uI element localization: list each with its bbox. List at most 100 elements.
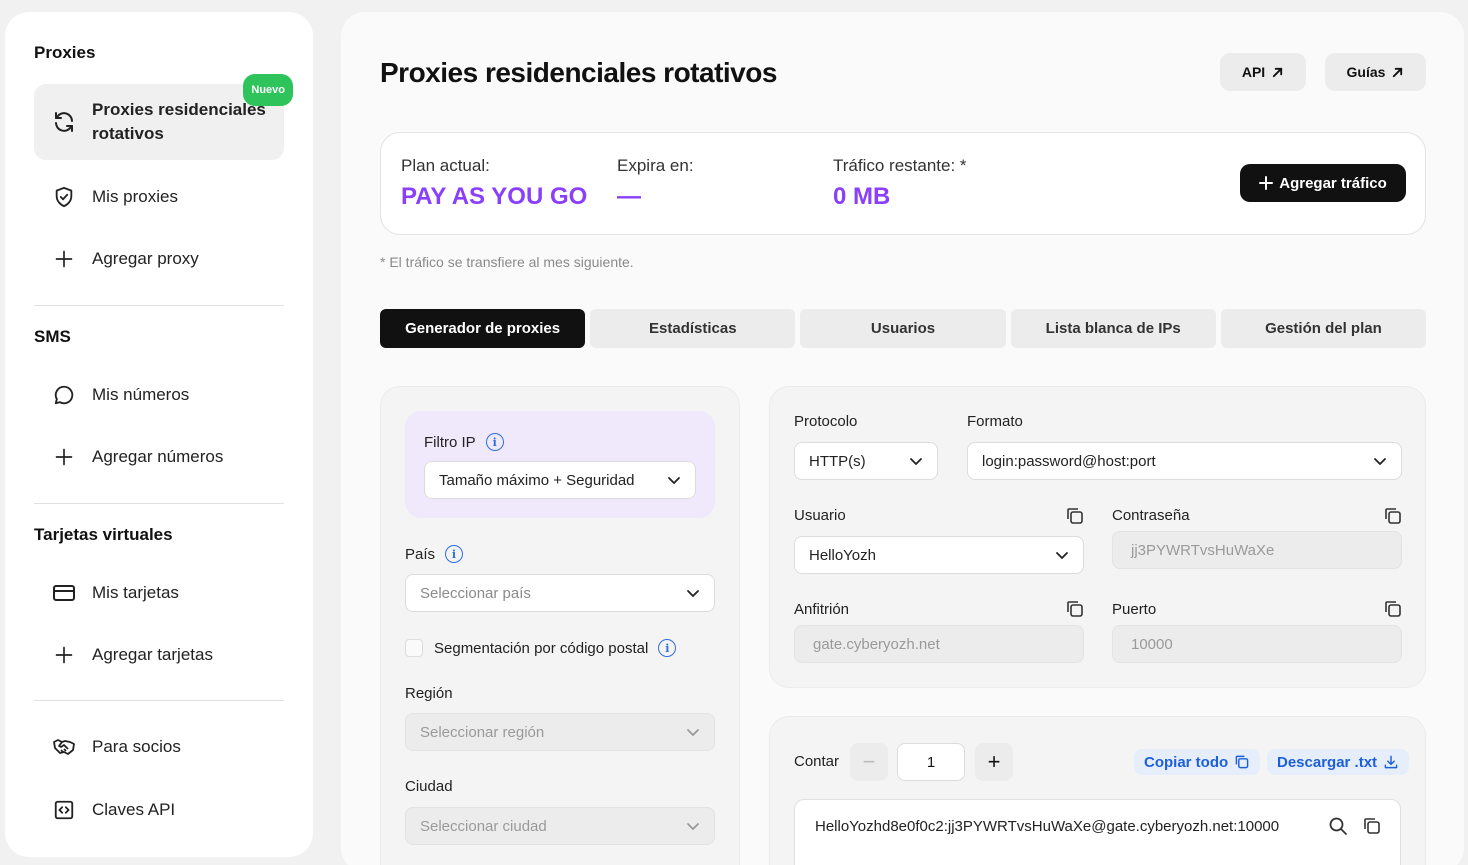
sidebar-item-add-cards[interactable]: Agregar tarjetas [34, 631, 284, 679]
password-label: Contraseña [1112, 507, 1190, 524]
host-label: Anfitrión [794, 601, 850, 618]
user-label: Usuario [794, 507, 846, 524]
tab-plan-management[interactable]: Gestión del plan [1220, 309, 1427, 348]
tab-users[interactable]: Usuarios [800, 309, 1006, 348]
sidebar-item-label: Mis tarjetas [92, 583, 179, 602]
tab-statistics[interactable]: Estadísticas [590, 309, 796, 348]
shield-icon [52, 185, 76, 209]
plan-value: PAY AS YOU GO [401, 183, 588, 210]
ip-filter-label: Filtro IP i [424, 433, 504, 451]
city-placeholder: Seleccionar ciudad [420, 817, 547, 835]
sidebar-item-rotating-proxies[interactable]: Proxies residenciales rotativos Nuevo [34, 74, 293, 160]
region-placeholder: Seleccionar región [420, 723, 545, 741]
arrow-up-right-icon [1393, 67, 1403, 77]
handshake-icon [52, 735, 76, 759]
tab-bar: Generador de proxies Estadísticas Usuari… [380, 309, 1427, 348]
chevron-down-icon [687, 590, 699, 598]
protocol-select[interactable]: HTTP(s) [794, 442, 938, 480]
count-input[interactable]: 1 [897, 743, 965, 781]
info-icon[interactable]: i [658, 639, 677, 657]
country-label: País i [405, 545, 464, 563]
section-title-proxies: Proxies [34, 43, 96, 62]
host-field[interactable]: gate.cyberyozh.net [794, 625, 1084, 663]
protocol-label: Protocolo [794, 413, 858, 430]
sidebar-item-add-numbers[interactable]: Agregar números [34, 433, 284, 481]
copy-icon[interactable] [1362, 816, 1382, 836]
copy-icon[interactable] [1383, 599, 1403, 619]
decrement-button[interactable]: − [850, 743, 888, 781]
api-button-label: API [1241, 64, 1266, 80]
download-icon [1384, 755, 1398, 769]
chevron-down-icon [910, 458, 922, 466]
main-content: Proxies residenciales rotativos API Guía… [341, 12, 1464, 865]
sidebar-item-api-keys[interactable]: Claves API [34, 786, 284, 834]
divider [34, 700, 284, 701]
section-title-sms: SMS [34, 327, 71, 346]
result-box: HelloYozhd8e0f0c2:jj3PYWRTvsHuWaXe@gate.… [794, 799, 1401, 865]
sidebar-item-partners[interactable]: Para socios [34, 723, 284, 771]
copy-icon[interactable] [1383, 506, 1403, 526]
info-icon[interactable]: i [485, 433, 504, 451]
chevron-down-icon [1056, 552, 1068, 560]
page-title: Proxies residenciales rotativos [380, 57, 777, 88]
user-value: HelloYozh [809, 546, 876, 564]
format-value: login:password@host:port [982, 452, 1156, 470]
result-line[interactable]: HelloYozhd8e0f0c2:jj3PYWRTvsHuWaXe@gate.… [815, 818, 1279, 835]
copy-all-label: Copiar todo [1144, 753, 1229, 771]
ip-filter-select[interactable]: Tamaño máximo + Seguridad [424, 461, 696, 499]
sidebar-item-label: Para socios [92, 737, 181, 756]
chevron-down-icon [687, 823, 699, 831]
search-icon[interactable] [1328, 816, 1348, 836]
tab-proxy-generator[interactable]: Generador de proxies [380, 309, 586, 348]
country-placeholder: Seleccionar país [420, 584, 531, 602]
user-select[interactable]: HelloYozh [794, 536, 1084, 574]
port-field[interactable]: 10000 [1112, 625, 1402, 663]
format-label: Formato [967, 413, 1023, 430]
postal-code-checkbox[interactable] [405, 639, 423, 657]
country-select[interactable]: Seleccionar país [405, 574, 715, 612]
copy-icon[interactable] [1065, 599, 1085, 619]
chevron-down-icon [1374, 458, 1386, 466]
copy-all-button[interactable]: Copiar todo [1134, 749, 1261, 775]
expires-value: — [617, 183, 641, 210]
postal-code-label-text: Segmentación por código postal [434, 639, 649, 657]
port-label: Puerto [1112, 601, 1157, 618]
chevron-down-icon [687, 729, 699, 737]
api-button[interactable]: API [1220, 53, 1306, 91]
new-badge: Nuevo [243, 74, 293, 106]
sidebar-item-label: Agregar tarjetas [92, 645, 213, 664]
code-icon [52, 798, 76, 822]
sidebar-item-label: Mis números [92, 385, 190, 404]
ip-filter-label-text: Filtro IP [424, 433, 476, 451]
add-traffic-label: Agregar tráfico [1279, 174, 1387, 192]
sidebar-item-my-proxies[interactable]: Mis proxies [34, 173, 284, 221]
download-txt-button[interactable]: Descargar .txt [1267, 749, 1410, 775]
proxy-output-panel: Contar − 1 + Copiar todo Descargar .txt … [769, 716, 1426, 865]
format-select[interactable]: login:password@host:port [967, 442, 1402, 480]
city-select[interactable]: Seleccionar ciudad [405, 807, 715, 845]
guides-button[interactable]: Guías [1325, 53, 1426, 91]
expires-label: Expira en: [617, 156, 694, 175]
city-label: Ciudad [405, 778, 453, 795]
password-field[interactable]: jj3PYWRTvsHuWaXe [1112, 531, 1402, 569]
protocol-value: HTTP(s) [809, 452, 866, 470]
sidebar-item-my-numbers[interactable]: Mis números [34, 371, 284, 419]
proxy-settings-panel: Protocolo HTTP(s) Formato login:password… [769, 386, 1426, 688]
tab-ip-whitelist[interactable]: Lista blanca de IPs [1010, 309, 1216, 348]
ip-filter-value: Tamaño máximo + Seguridad [439, 471, 635, 489]
region-label: Región [405, 685, 453, 702]
copy-icon [1235, 755, 1249, 769]
sidebar-item-add-proxy[interactable]: Agregar proxy [34, 235, 284, 283]
plus-icon [52, 445, 76, 469]
plus-icon [1259, 176, 1274, 190]
info-icon[interactable]: i [445, 545, 464, 563]
section-title-virtual-cards: Tarjetas virtuales [34, 525, 173, 544]
copy-icon[interactable] [1065, 506, 1085, 526]
country-label-text: País [405, 545, 436, 563]
add-traffic-button[interactable]: Agregar tráfico [1240, 164, 1406, 202]
refresh-icon [52, 110, 76, 134]
region-select[interactable]: Seleccionar región [405, 713, 715, 751]
increment-button[interactable]: + [975, 743, 1013, 781]
sidebar-item-label: Mis proxies [92, 187, 178, 206]
sidebar-item-my-cards[interactable]: Mis tarjetas [34, 569, 284, 617]
